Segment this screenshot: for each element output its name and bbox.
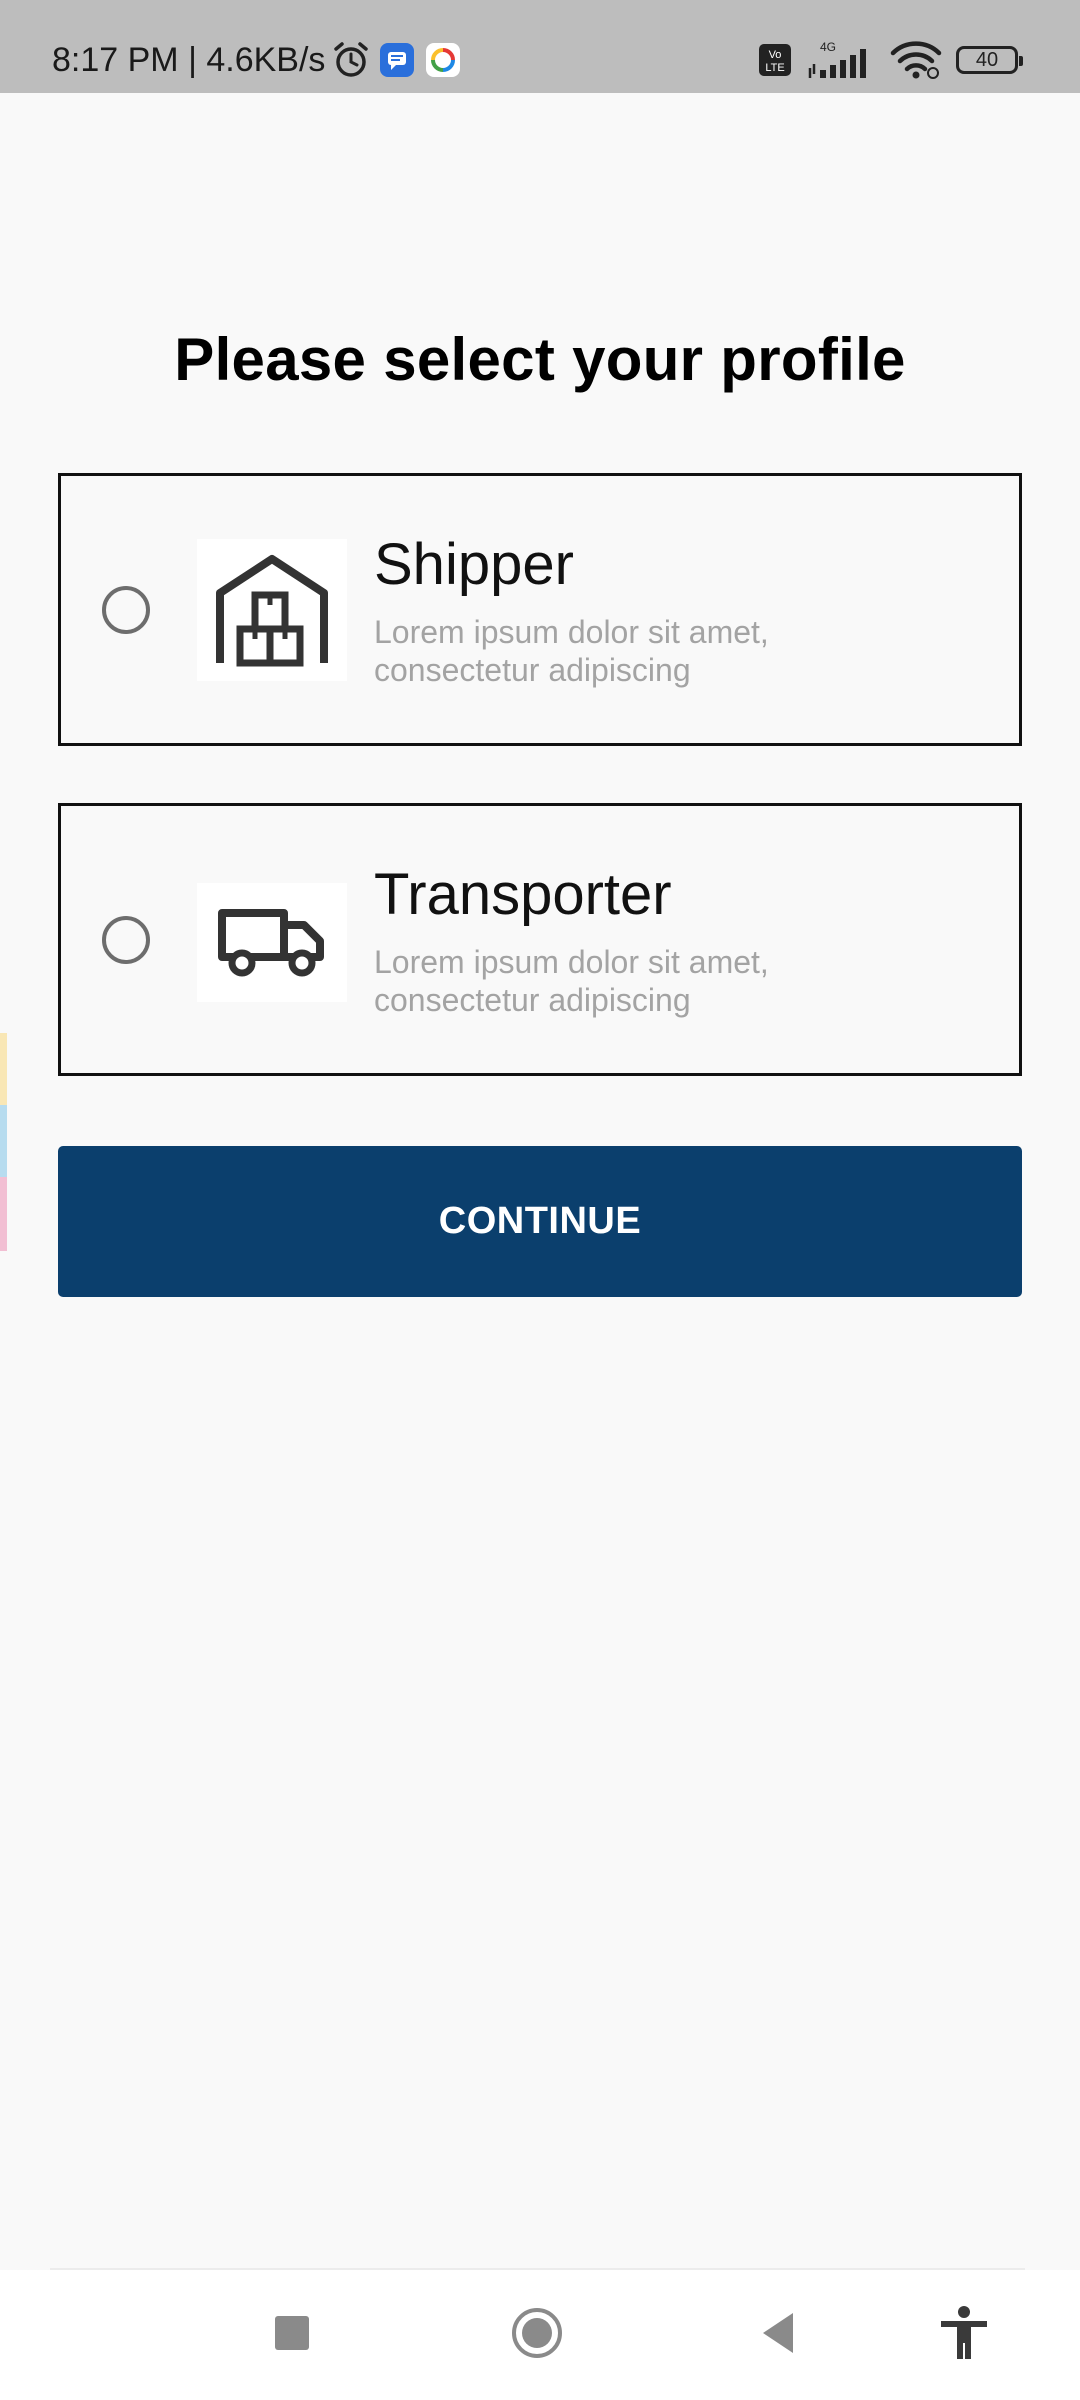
transporter-description: Lorem ipsum dolor sit amet, consectetur … <box>374 944 769 1018</box>
transporter-profile-card[interactable]: Transporter Lorem ipsum dolor sit amet, … <box>58 803 1022 1076</box>
home-button[interactable] <box>505 2270 569 2400</box>
continue-button[interactable]: CONTINUE <box>58 1146 1022 1297</box>
wifi-icon <box>890 40 942 80</box>
back-icon <box>759 2311 797 2360</box>
truck-icon <box>197 883 347 1002</box>
warehouse-icon <box>197 539 347 681</box>
sync-app-icon <box>423 40 463 80</box>
page-title: Please select your profile <box>174 326 906 393</box>
edge-strip-blue[interactable] <box>0 1105 7 1177</box>
status-bar: 8:17 PM | 4.6KB/s Vo LTE 4G 40 <box>0 0 1080 93</box>
svg-text:LTE: LTE <box>765 62 784 74</box>
transporter-title: Transporter <box>374 862 672 927</box>
recents-button[interactable] <box>262 2270 322 2400</box>
battery-icon: 40 <box>956 46 1023 74</box>
accessibility-button[interactable] <box>934 2270 994 2400</box>
messages-app-icon <box>377 40 417 80</box>
cellular-signal-icon: 4G <box>806 40 876 80</box>
back-button[interactable] <box>750 2270 806 2400</box>
shipper-description: Lorem ipsum dolor sit amet, consectetur … <box>374 614 769 688</box>
svg-text:Vo: Vo <box>769 49 782 61</box>
recents-icon <box>273 2314 311 2357</box>
shipper-title: Shipper <box>374 532 574 597</box>
home-icon <box>510 2306 564 2365</box>
edge-strip-pink[interactable] <box>0 1177 7 1251</box>
svg-text:4G: 4G <box>820 40 836 54</box>
edge-strip-yellow[interactable] <box>0 1033 7 1105</box>
transporter-radio-button[interactable] <box>102 916 150 964</box>
status-time: 8:17 PM | 4.6KB/s <box>52 40 326 79</box>
accessibility-icon <box>938 2305 990 2366</box>
status-right: Vo LTE 4G 40 <box>758 0 1023 120</box>
shipper-radio-button[interactable] <box>102 586 150 634</box>
volte-icon: Vo LTE <box>758 43 792 77</box>
navigation-bar <box>0 2270 1080 2400</box>
alarm-icon <box>331 40 371 80</box>
status-left: 8:17 PM | 4.6KB/s <box>52 0 463 120</box>
shipper-profile-card[interactable]: Shipper Lorem ipsum dolor sit amet, cons… <box>58 473 1022 746</box>
